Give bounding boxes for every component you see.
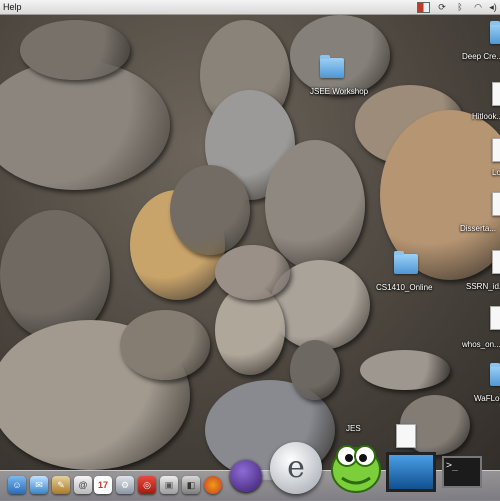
ichat-icon[interactable]: ✎: [52, 476, 70, 494]
imovie-icon[interactable]: [386, 452, 436, 492]
document-icon: [492, 250, 500, 274]
folder-icon: [490, 21, 500, 44]
preview-icon[interactable]: ◧: [182, 476, 200, 494]
pebble: [120, 310, 210, 380]
ical-icon[interactable]: 17: [94, 476, 112, 494]
desktop-icon-label: CS1410_Online: [376, 283, 433, 292]
safari-icon[interactable]: ◎: [138, 476, 156, 494]
desktop-icon-label: JES: [346, 424, 361, 433]
mail-icon[interactable]: ✉: [30, 476, 48, 494]
address-book-icon[interactable]: @: [74, 476, 92, 494]
terminal-window-icon[interactable]: >_: [442, 456, 482, 488]
pebble: [265, 140, 365, 270]
folder-icon: [394, 251, 418, 274]
document-icon: [396, 424, 416, 448]
pebble: [215, 245, 290, 300]
folder-icon: [490, 363, 500, 386]
sync-icon[interactable]: ⟳: [437, 1, 447, 13]
system-preferences-icon[interactable]: ⚙: [116, 476, 134, 494]
desktop-icon-label: Lo...: [492, 168, 500, 177]
flag-icon[interactable]: [417, 2, 430, 13]
bluetooth-icon[interactable]: ᛒ: [455, 1, 465, 13]
pebble: [290, 15, 390, 95]
volume-icon[interactable]: ◂): [488, 1, 498, 13]
desktop-wallpaper: [0, 0, 500, 500]
folder-icon: [320, 55, 344, 78]
desktop-icon-label: Hitlook...: [472, 112, 500, 121]
photo-icon[interactable]: ▣: [160, 476, 178, 494]
menu-help[interactable]: Help: [3, 1, 22, 13]
document-icon: [492, 138, 500, 162]
eclipse-icon[interactable]: e: [270, 442, 322, 494]
wifi-icon[interactable]: ◠: [472, 1, 484, 13]
firefox-icon[interactable]: [204, 476, 222, 494]
desktop-icon-label: whos_on...: [462, 340, 500, 349]
document-icon: [492, 82, 500, 106]
desktop-icon-label: JSEE Workshop: [310, 87, 369, 96]
document-icon: [492, 192, 500, 216]
desktop-icon-label: WaFLo...: [474, 394, 500, 403]
pebble: [360, 350, 450, 390]
python-launcher-icon[interactable]: [328, 434, 384, 496]
pebble: [0, 60, 170, 190]
desktop-icon-label: SSRN_id...: [466, 282, 500, 291]
pebble: [20, 20, 130, 80]
menu-bar: Help ⟳ ᛒ ◠ ◂): [0, 0, 500, 15]
document-icon: [490, 306, 500, 330]
desktop-icon-label: Disserta...: [460, 224, 497, 233]
finder-icon[interactable]: ☺: [8, 476, 26, 494]
pebble: [290, 340, 340, 400]
desktop-icon-label: Deep Cre...: [462, 52, 500, 61]
app-icon[interactable]: [230, 460, 262, 492]
pebble: [170, 165, 250, 255]
